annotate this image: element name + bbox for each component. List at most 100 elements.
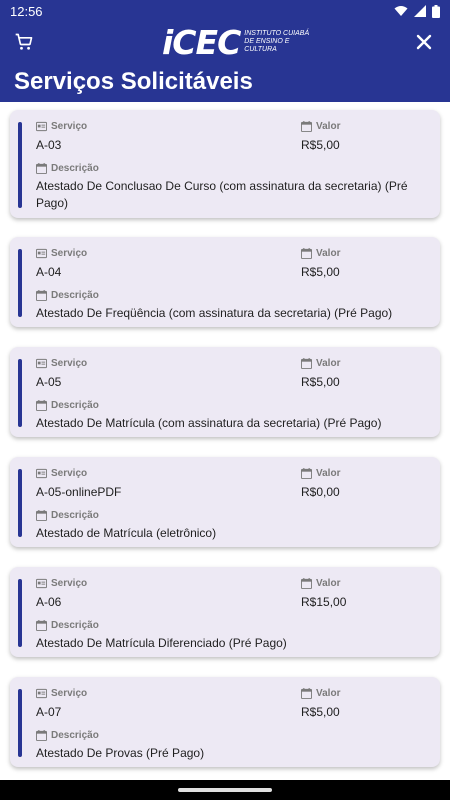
card-accent-bar bbox=[18, 249, 22, 317]
service-price: R$5,00 bbox=[301, 375, 340, 389]
calendar-icon bbox=[301, 578, 312, 589]
service-price: R$0,00 bbox=[301, 485, 340, 499]
description-label: Descrição bbox=[36, 290, 99, 301]
service-price: R$5,00 bbox=[301, 265, 340, 279]
service-code: A-05-onlinePDF bbox=[36, 485, 122, 499]
logo-mark: iCEC bbox=[162, 22, 241, 62]
service-card[interactable]: Serviço A-03 Valor R$5,00 Descrição Atestado … bbox=[10, 110, 440, 218]
service-label: Serviço bbox=[36, 248, 87, 259]
description-label: Descrição bbox=[36, 163, 99, 174]
card-accent-bar bbox=[18, 359, 22, 427]
calendar-icon bbox=[36, 620, 47, 631]
service-code: A-05 bbox=[36, 375, 62, 389]
calendar-icon bbox=[36, 510, 47, 521]
card-accent-bar bbox=[18, 689, 22, 757]
price-label: Valor bbox=[301, 358, 340, 369]
service-label-text: Serviço bbox=[51, 248, 88, 259]
service-label-text: Serviço bbox=[51, 121, 88, 132]
id-card-icon bbox=[36, 688, 47, 699]
service-code: A-03 bbox=[36, 138, 62, 152]
close-button[interactable] bbox=[412, 30, 436, 54]
calendar-icon bbox=[301, 121, 312, 132]
service-description: Atestado de Matrícula (eletrônico) bbox=[36, 526, 217, 540]
service-description: Atestado De Matrícula Diferenciado (Pré … bbox=[36, 636, 287, 650]
service-label-text: Serviço bbox=[51, 358, 88, 369]
id-card-icon bbox=[36, 248, 47, 259]
service-label-text: Serviço bbox=[51, 468, 88, 479]
signal-icon bbox=[414, 5, 426, 17]
calendar-icon bbox=[301, 248, 312, 259]
service-label: Serviço bbox=[36, 578, 87, 589]
id-card-icon bbox=[36, 578, 47, 589]
description-label-text: Descrição bbox=[51, 290, 99, 301]
service-description: Atestado De Matrícula (com assinatura da… bbox=[36, 416, 382, 430]
service-card[interactable]: Serviço A-04 Valor R$5,00 Descrição Atestado … bbox=[10, 237, 440, 327]
logo-text: Instituto Cuiabá de Ensino e Cultura bbox=[244, 30, 310, 53]
service-code: A-04 bbox=[36, 265, 62, 279]
app-bar: iCEC Instituto Cuiabá de Ensino e Cultur… bbox=[0, 22, 450, 102]
price-label: Valor bbox=[301, 578, 340, 589]
services-list[interactable]: Serviço A-03 Valor R$5,00 Descrição Atestado … bbox=[0, 102, 450, 780]
page-title: Serviços Solicitáveis bbox=[14, 68, 253, 95]
calendar-icon bbox=[36, 400, 47, 411]
card-accent-bar bbox=[18, 579, 22, 647]
close-icon bbox=[416, 34, 432, 50]
service-card[interactable]: Serviço A-05 Valor R$5,00 Descrição Atestado … bbox=[10, 347, 440, 437]
price-label-text: Valor bbox=[316, 358, 341, 369]
price-label-text: Valor bbox=[316, 688, 341, 699]
description-label-text: Descrição bbox=[51, 510, 99, 521]
service-description: Atestado De Provas (Pré Pago) bbox=[36, 746, 205, 760]
description-label-text: Descrição bbox=[51, 730, 99, 741]
service-label: Serviço bbox=[36, 688, 87, 699]
service-description: Atestado De Freqüência (com assinatura d… bbox=[36, 306, 393, 320]
price-label: Valor bbox=[301, 468, 340, 479]
service-price: R$5,00 bbox=[301, 705, 340, 719]
service-price: R$5,00 bbox=[301, 138, 340, 152]
cart-button[interactable] bbox=[12, 30, 36, 54]
service-card[interactable]: Serviço A-07 Valor R$5,00 Descrição Atestado … bbox=[10, 677, 440, 767]
price-label: Valor bbox=[301, 121, 340, 132]
status-time: 12:56 bbox=[10, 3, 43, 19]
service-price: R$15,00 bbox=[301, 595, 347, 609]
description-label: Descrição bbox=[36, 620, 99, 631]
status-bar: 12:56 bbox=[0, 0, 450, 22]
service-label: Serviço bbox=[36, 358, 87, 369]
id-card-icon bbox=[36, 468, 47, 479]
service-label: Serviço bbox=[36, 121, 87, 132]
id-card-icon bbox=[36, 358, 47, 369]
battery-icon bbox=[432, 4, 440, 18]
calendar-icon bbox=[36, 163, 47, 174]
service-card[interactable]: Serviço A-06 Valor R$15,00 Descrição Atestado… bbox=[10, 567, 440, 657]
service-code: A-06 bbox=[36, 595, 62, 609]
cart-icon bbox=[15, 33, 33, 50]
home-gesture-handle[interactable] bbox=[178, 788, 272, 792]
price-label: Valor bbox=[301, 688, 340, 699]
service-label-text: Serviço bbox=[51, 578, 88, 589]
navigation-bar bbox=[0, 780, 450, 800]
calendar-icon bbox=[301, 358, 312, 369]
description-label-text: Descrição bbox=[51, 620, 99, 631]
price-label-text: Valor bbox=[316, 468, 341, 479]
service-label-text: Serviço bbox=[51, 688, 88, 699]
price-label-text: Valor bbox=[316, 578, 341, 589]
calendar-icon bbox=[36, 730, 47, 741]
price-label: Valor bbox=[301, 248, 340, 259]
icec-logo: iCEC Instituto Cuiabá de Ensino e Cultur… bbox=[162, 24, 314, 60]
service-label: Serviço bbox=[36, 468, 87, 479]
price-label-text: Valor bbox=[316, 121, 341, 132]
card-accent-bar bbox=[18, 122, 22, 208]
service-description: Atestado De Conclusao De Curso (com assi… bbox=[36, 179, 408, 210]
id-card-icon bbox=[36, 121, 47, 132]
card-accent-bar bbox=[18, 469, 22, 537]
description-label: Descrição bbox=[36, 400, 99, 411]
description-label: Descrição bbox=[36, 510, 99, 521]
calendar-icon bbox=[301, 688, 312, 699]
calendar-icon bbox=[301, 468, 312, 479]
description-label-text: Descrição bbox=[51, 163, 99, 174]
calendar-icon bbox=[36, 290, 47, 301]
description-label: Descrição bbox=[36, 730, 99, 741]
service-card[interactable]: Serviço A-05-onlinePDF Valor R$0,00 Descriçã… bbox=[10, 457, 440, 547]
service-code: A-07 bbox=[36, 705, 62, 719]
description-label-text: Descrição bbox=[51, 400, 99, 411]
price-label-text: Valor bbox=[316, 248, 341, 259]
